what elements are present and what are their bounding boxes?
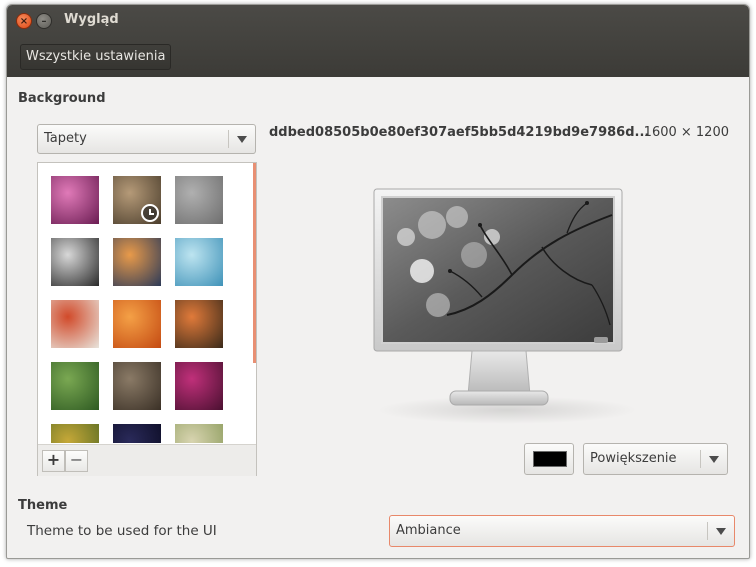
wallpaper-thumbnail-pink-flower[interactable] xyxy=(175,362,223,410)
wallpaper-thumbnail-pink-bokeh[interactable] xyxy=(51,176,99,224)
title-bar: × – Wygląd Wszystkie ustawienia xyxy=(7,5,749,77)
wallpaper-thumbnail-fountain-pen-dark[interactable] xyxy=(113,362,161,410)
wallpaper-thumbnail-autumn-alley[interactable] xyxy=(51,300,99,348)
wallpaper-thumbnail-foggy-deer[interactable] xyxy=(175,176,223,224)
wallpaper-thumbnail-fountain-pen-sepia[interactable] xyxy=(113,176,161,224)
chevron-down-icon xyxy=(237,136,247,143)
minimize-button[interactable]: – xyxy=(36,13,52,29)
wallpaper-thumbnail-yellow-flowers[interactable] xyxy=(51,424,99,443)
background-section-title: Background xyxy=(18,91,106,106)
monitor-preview xyxy=(373,188,637,424)
wallpaper-thumbnail-blue-ice[interactable] xyxy=(175,238,223,286)
background-color-button[interactable] xyxy=(524,443,574,475)
all-settings-button[interactable]: Wszystkie ustawienia xyxy=(20,44,172,70)
close-button[interactable]: × xyxy=(16,13,32,29)
appearance-window: × – Wygląd Wszystkie ustawienia Backgrou… xyxy=(6,4,750,559)
scrollbar[interactable] xyxy=(253,163,256,363)
wallpaper-grid xyxy=(38,163,254,443)
wallpaper-resolution: 1600 × 1200 xyxy=(643,125,729,140)
remove-wallpaper-button[interactable]: − xyxy=(65,450,88,472)
wallpaper-thumbnail-orange-leaves[interactable] xyxy=(113,300,161,348)
color-swatch xyxy=(533,451,567,467)
theme-section-title: Theme xyxy=(18,498,68,513)
scale-mode-select[interactable]: Powiększenie xyxy=(583,443,728,475)
wallpaper-thumbnail-mountain-sunset[interactable] xyxy=(175,300,223,348)
background-source-select[interactable]: Tapety xyxy=(37,124,256,154)
window-title: Wygląd xyxy=(64,12,119,27)
close-icon: × xyxy=(19,16,29,27)
clock-icon xyxy=(141,204,159,222)
wallpaper-thumbnail-night-sky[interactable] xyxy=(113,424,161,443)
wallpaper-toolbar: + − xyxy=(38,444,256,476)
add-wallpaper-button[interactable]: + xyxy=(42,450,65,472)
wallpaper-list: + − xyxy=(37,162,257,476)
wallpaper-thumbnail-meadow[interactable] xyxy=(175,424,223,443)
theme-value: Ambiance xyxy=(396,523,461,538)
theme-label: Theme to be used for the UI xyxy=(27,523,217,539)
wallpaper-thumbnail-monochrome-bikes[interactable] xyxy=(51,238,99,286)
chevron-down-icon xyxy=(709,456,719,463)
scale-mode-value: Powiększenie xyxy=(590,451,677,466)
wallpaper-filename: ddbed08505b0e80ef307aef5bb5d4219bd9e7986… xyxy=(269,125,650,140)
theme-select[interactable]: Ambiance xyxy=(389,515,735,547)
wallpaper-thumbnail-sunset-road[interactable] xyxy=(113,238,161,286)
chevron-down-icon xyxy=(716,528,726,535)
background-source-value: Tapety xyxy=(44,131,87,146)
wallpaper-thumbnail-green-flowers[interactable] xyxy=(51,362,99,410)
minimize-icon: – xyxy=(41,16,47,27)
